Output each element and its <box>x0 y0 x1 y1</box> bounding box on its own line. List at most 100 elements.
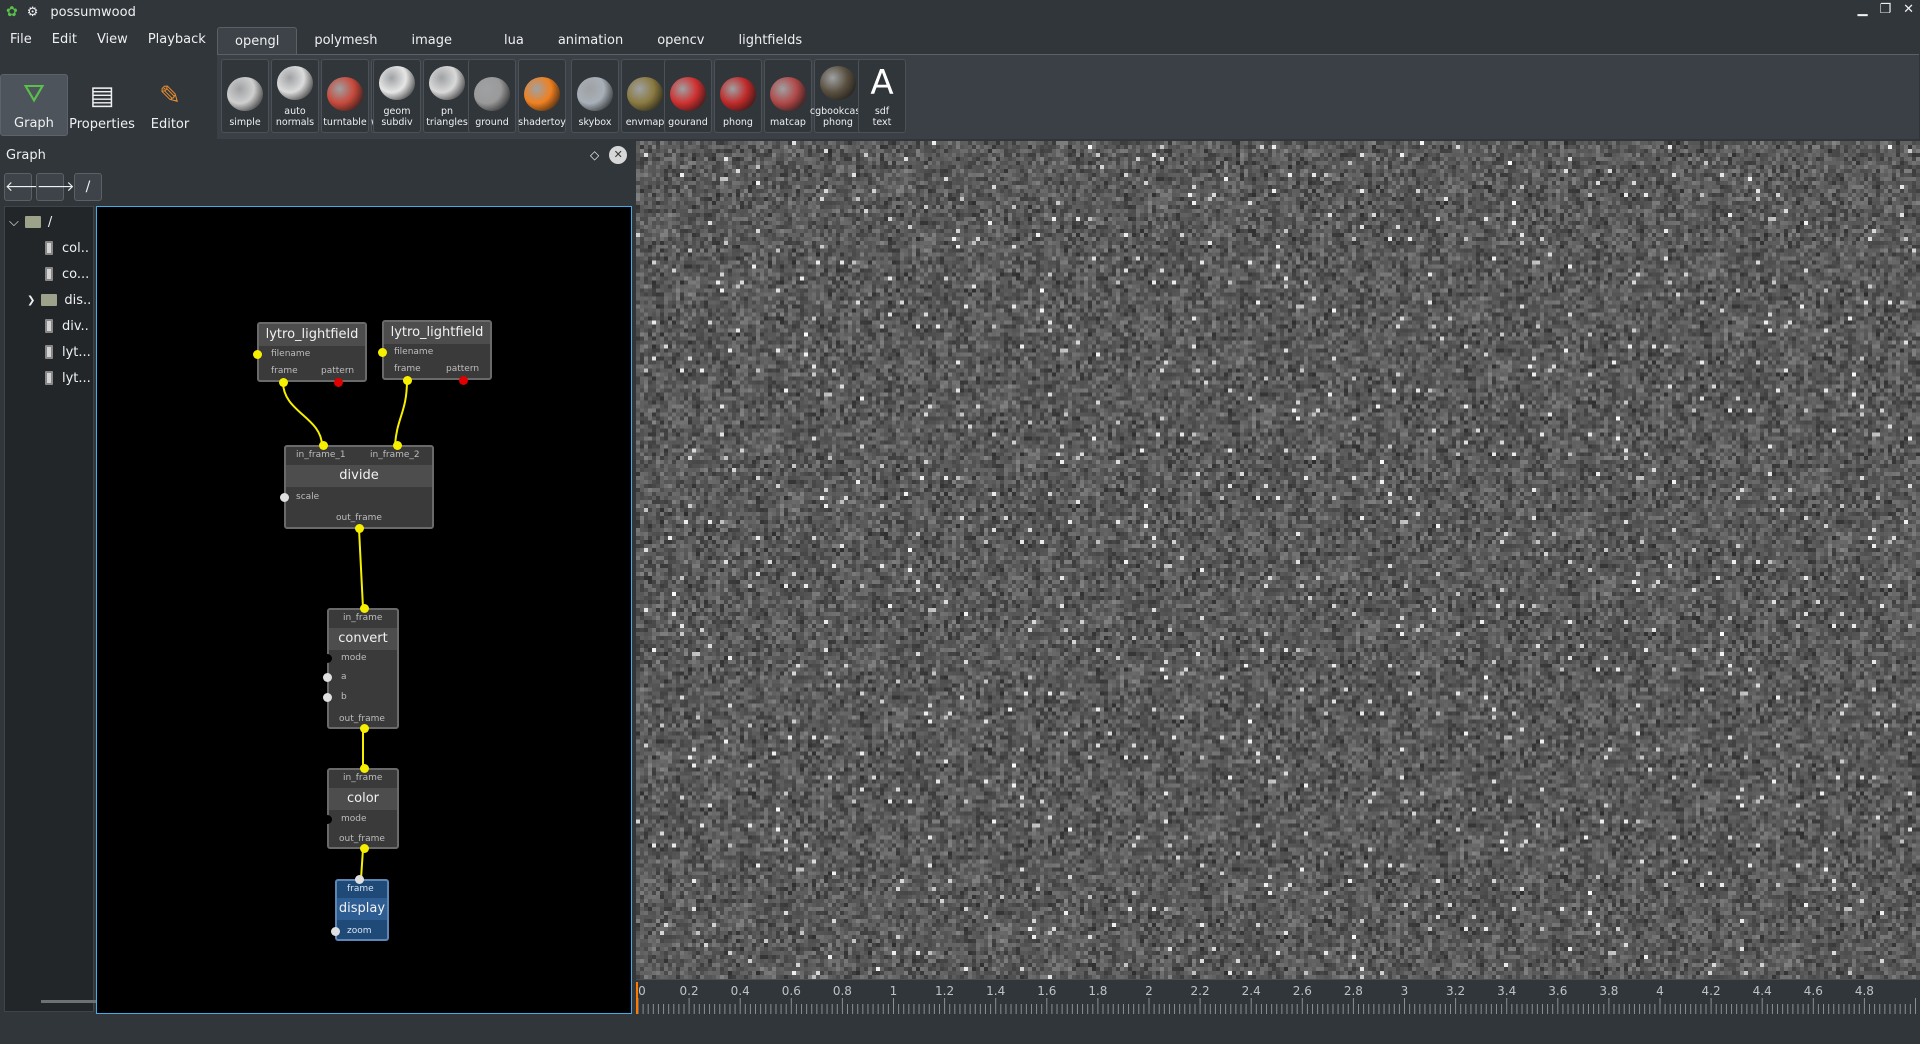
port-label: in_frame_1 <box>296 450 346 460</box>
node-display[interactable]: frame display zoom <box>331 875 389 941</box>
window-title: possumwood <box>50 4 136 20</box>
timeline-tick-label: 2.4 <box>1241 984 1261 998</box>
forward-button[interactable]: 🡒 <box>36 173 75 201</box>
tab-lightfields[interactable]: lightfields <box>721 27 819 54</box>
ground-icon <box>474 77 510 111</box>
output-pin[interactable] <box>360 724 369 733</box>
tree-item[interactable]: lyt... <box>45 341 91 363</box>
input-pin[interactable] <box>355 875 364 884</box>
tool-skybox-button[interactable]: skybox <box>571 59 619 133</box>
input-pin[interactable] <box>331 927 340 936</box>
file-icon <box>45 371 53 385</box>
connection[interactable] <box>282 381 323 446</box>
tree-view: ⌵ / col.. co... ❯ dis.. div.. lyt... lyt… <box>4 206 111 1012</box>
input-pin[interactable] <box>319 441 328 450</box>
input-pin[interactable] <box>323 693 332 702</box>
float-panel-icon[interactable]: ◇ <box>590 148 599 162</box>
status-bar <box>0 1018 1920 1044</box>
output-pin[interactable] <box>279 378 288 387</box>
timeline-tick-label: 3.4 <box>1497 984 1517 998</box>
tab-opengl[interactable]: opengl <box>217 27 298 54</box>
tool-shadertoy-button[interactable]: shadertoy <box>518 59 566 133</box>
graph-canvas[interactable]: lytro_lightfield filename frame pattern … <box>96 206 632 1014</box>
input-pin[interactable] <box>360 604 369 613</box>
output-pin[interactable] <box>360 844 369 853</box>
tree-item[interactable]: lyt... <box>45 367 91 389</box>
chevron-down-icon[interactable]: ⌵ <box>9 215 19 230</box>
input-pin[interactable] <box>280 493 289 502</box>
node-lytro-lightfield-2[interactable]: lytro_lightfield filename frame pattern <box>378 320 492 385</box>
tool-envmap-button[interactable]: envmap <box>621 59 669 133</box>
tree-item[interactable]: ❯ dis.. <box>27 289 91 311</box>
tool-cgbookcase-phong-button[interactable]: cgbookcase phong <box>810 59 866 133</box>
timeline-tick-label: 4 <box>1656 984 1664 998</box>
tool-simple-button[interactable]: simple <box>221 59 269 133</box>
file-icon <box>45 241 53 255</box>
output-pin[interactable] <box>334 378 343 387</box>
input-pin[interactable] <box>393 441 402 450</box>
node-convert[interactable]: in_frame convert mode a b out_frame <box>323 604 399 733</box>
gear-icon[interactable]: ⚙ <box>27 5 39 20</box>
tree-item[interactable]: co... <box>45 263 89 285</box>
minimize-button[interactable]: ▁ <box>1857 2 1867 17</box>
tool-geom-subdiv-button[interactable]: geom subdiv <box>373 59 421 133</box>
file-icon <box>45 319 53 333</box>
input-pin[interactable] <box>378 348 387 357</box>
maximize-button[interactable]: ❐ <box>1879 2 1891 17</box>
opengl-viewport[interactable] <box>636 141 1920 979</box>
close-window-button[interactable]: ✕ <box>1903 2 1914 17</box>
tool-turntable-button[interactable]: turntable <box>321 59 369 133</box>
input-pin[interactable] <box>253 350 262 359</box>
back-button[interactable]: 🡐 <box>4 173 43 201</box>
port-label: zoom <box>347 926 372 936</box>
tab-lua[interactable]: lua <box>487 27 541 54</box>
timeline[interactable]: 0 0.2 0.4 0.6 0.8 1 1.2 1.4 1.6 1.8 2 2.2 2.4 2.6 2.8 3… <box>636 979 1920 1017</box>
panel-title: Graph <box>6 148 46 163</box>
close-panel-icon[interactable]: ✕ <box>609 146 628 164</box>
tool-sdf-text-button[interactable]: Asdf text <box>858 59 906 133</box>
port-label: frame <box>271 366 298 376</box>
playhead[interactable] <box>636 982 638 1014</box>
input-pin[interactable] <box>323 815 332 824</box>
path-button[interactable]: / <box>74 173 102 201</box>
tab-animation[interactable]: animation <box>541 27 640 54</box>
mode-properties-button[interactable]: ▤ Properties <box>68 74 136 136</box>
mode-graph-button[interactable]: ⛛ Graph <box>0 74 68 136</box>
menu-bar: File Edit View Playback <box>0 26 216 52</box>
folder-icon <box>41 294 58 306</box>
menu-edit[interactable]: Edit <box>42 32 87 47</box>
connection[interactable] <box>358 528 364 609</box>
tree-root[interactable]: ⌵ / <box>9 211 52 233</box>
tool-gourand-button[interactable]: gourand <box>664 59 712 133</box>
tool-pn-triangles-button[interactable]: pn triangles <box>423 59 471 133</box>
input-pin[interactable] <box>360 764 369 773</box>
tool-label: skybox <box>578 117 612 128</box>
chevron-right-icon[interactable]: ❯ <box>27 295 35 306</box>
timeline-tick-label: 3 <box>1400 984 1409 998</box>
menu-playback[interactable]: Playback <box>138 32 216 47</box>
tree-item[interactable]: div.. <box>45 315 89 337</box>
input-pin[interactable] <box>323 654 332 663</box>
node-color[interactable]: in_frame color mode out_frame <box>323 764 399 853</box>
tab-polymesh[interactable]: polymesh <box>297 27 394 54</box>
output-pin[interactable] <box>355 524 364 533</box>
input-pin[interactable] <box>323 673 332 682</box>
mode-editor-button[interactable]: ✎ Editor <box>136 74 204 136</box>
node-lytro-lightfield-1[interactable]: lytro_lightfield filename frame pattern <box>253 322 367 387</box>
port-label: frame <box>347 884 374 894</box>
tool-auto-normals-button[interactable]: auto normals <box>271 59 319 133</box>
tree-item[interactable]: col.. <box>45 237 89 259</box>
output-pin[interactable] <box>403 376 412 385</box>
tab-image[interactable]: image <box>395 27 470 54</box>
menu-view[interactable]: View <box>87 32 138 47</box>
tool-phong-button[interactable]: phong <box>714 59 762 133</box>
connection[interactable] <box>394 379 408 446</box>
node-title: convert <box>329 628 397 650</box>
node-divide[interactable]: in_frame_1 in_frame_2 divide scale out_f… <box>280 441 434 533</box>
tool-ground-button[interactable]: ground <box>468 59 516 133</box>
menu-file[interactable]: File <box>0 32 42 47</box>
tool-matcap-button[interactable]: matcap <box>764 59 812 133</box>
sphere-icon <box>577 77 613 111</box>
output-pin[interactable] <box>459 376 468 385</box>
tab-opencv[interactable]: opencv <box>640 27 721 54</box>
